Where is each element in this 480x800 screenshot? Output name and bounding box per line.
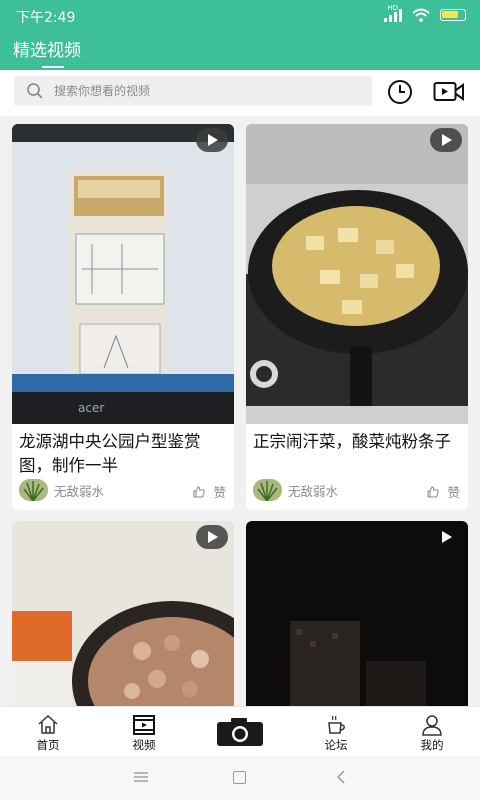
- like-label: 赞: [447, 485, 460, 500]
- header: 精选视频: [0, 32, 480, 70]
- system-nav-bar: [0, 756, 480, 800]
- thumbnail-night-image: [246, 521, 468, 706]
- nav-label: 我的: [420, 738, 444, 752]
- video-camera-icon[interactable]: [433, 80, 465, 104]
- battery-icon: [440, 9, 466, 21]
- nav-item-video[interactable]: 视频: [114, 707, 174, 757]
- video-thumbnail[interactable]: [246, 521, 468, 706]
- home-square-icon[interactable]: [233, 771, 246, 784]
- author-info[interactable]: 无敌弱水: [19, 479, 104, 501]
- history-clock-icon[interactable]: [386, 79, 414, 105]
- play-icon[interactable]: [430, 525, 462, 549]
- play-icon[interactable]: [430, 128, 462, 152]
- video-title[interactable]: 龙源湖中央公园户型鉴赏图，制作一半: [19, 430, 229, 478]
- status-icons: [384, 8, 466, 22]
- nav-label: 论坛: [324, 738, 348, 752]
- search-input[interactable]: [54, 76, 354, 106]
- thumbnail-cooking-image: [246, 124, 468, 424]
- video-thumbnail[interactable]: acer: [12, 124, 234, 424]
- play-icon[interactable]: [196, 128, 228, 152]
- page-title[interactable]: 精选视频: [13, 36, 81, 61]
- status-time: 下午2:49: [16, 10, 76, 26]
- author-name[interactable]: 无敌弱水: [54, 481, 104, 500]
- nav-item-profile[interactable]: 我的: [402, 707, 462, 757]
- status-bar: 下午2:49 HD: [0, 0, 480, 32]
- menu-icon[interactable]: [134, 772, 148, 782]
- video-card[interactable]: [246, 521, 468, 706]
- video-card[interactable]: 正宗闹汗菜，酸菜炖粉条子 无敌弱水 赞: [246, 124, 468, 510]
- play-icon[interactable]: [196, 525, 228, 549]
- thumbnail-floorplan-image: acer: [12, 124, 234, 424]
- avatar[interactable]: [253, 479, 282, 501]
- thumbnail-food-image: [12, 521, 234, 706]
- svg-text:acer: acer: [78, 401, 104, 415]
- nav-label: 首页: [36, 738, 60, 752]
- camera-icon[interactable]: [215, 717, 265, 747]
- video-icon: [133, 715, 155, 735]
- video-feed: acer 龙源湖中央公园户型鉴赏图，制作一半 无敌弱水 赞 正宗闹汗菜，酸菜炖粉…: [0, 116, 480, 706]
- video-card[interactable]: [12, 521, 234, 706]
- author-name[interactable]: 无敌弱水: [288, 481, 338, 500]
- video-thumbnail[interactable]: [12, 521, 234, 706]
- thumbs-up-icon: [193, 485, 206, 497]
- bottom-nav: 首页 视频 论坛 我的: [0, 706, 480, 756]
- wifi-icon: [412, 8, 430, 22]
- video-thumbnail[interactable]: [246, 124, 468, 424]
- video-card[interactable]: acer 龙源湖中央公园户型鉴赏图，制作一半 无敌弱水 赞: [12, 124, 234, 510]
- nav-item-forum[interactable]: 论坛: [306, 707, 366, 757]
- avatar[interactable]: [19, 479, 48, 501]
- like-label: 赞: [213, 485, 226, 500]
- thumbs-up-icon: [427, 485, 440, 497]
- video-title[interactable]: 正宗闹汗菜，酸菜炖粉条子: [253, 430, 463, 454]
- back-icon[interactable]: [336, 770, 346, 784]
- user-icon: [422, 715, 442, 736]
- nav-item-home[interactable]: 首页: [18, 707, 78, 757]
- author-info[interactable]: 无敌弱水: [253, 479, 338, 501]
- search-box[interactable]: [14, 76, 372, 106]
- coffee-icon: [328, 715, 345, 734]
- nav-label: 视频: [132, 738, 156, 752]
- search-icon: [27, 83, 43, 99]
- home-icon: [38, 714, 58, 734]
- title-underline: [42, 66, 64, 68]
- like-button[interactable]: 赞: [427, 482, 460, 501]
- search-row: [0, 70, 480, 116]
- signal-icon: [384, 8, 402, 22]
- like-button[interactable]: 赞: [193, 482, 226, 501]
